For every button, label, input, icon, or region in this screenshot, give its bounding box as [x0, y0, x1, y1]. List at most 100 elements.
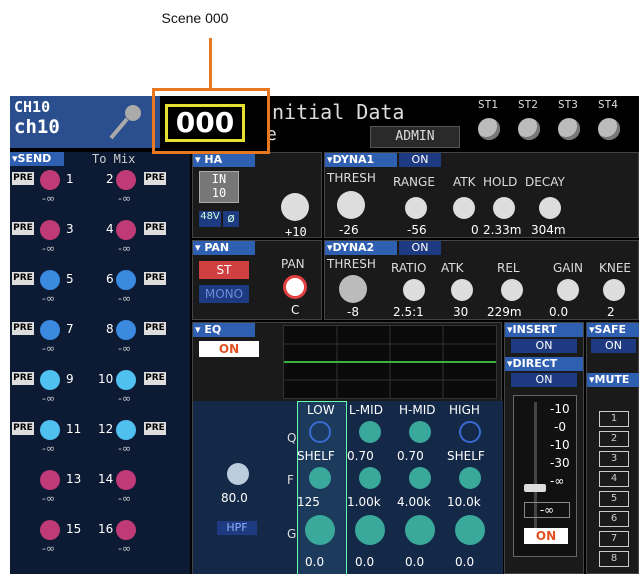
mute-group-button[interactable]: 8	[599, 551, 629, 567]
send-pre-right-button[interactable]: PRE	[144, 172, 166, 185]
send-pre-left-button[interactable]: PRE	[12, 372, 34, 385]
fader-knob-icon[interactable]	[524, 484, 546, 492]
send-pre-left-button[interactable]: PRE	[12, 222, 34, 235]
dyna1-range-knob-icon[interactable]	[405, 197, 427, 219]
insert-on-button[interactable]: ON	[511, 339, 577, 353]
send-pre-left-button[interactable]: PRE	[12, 172, 34, 185]
st3-knob-icon[interactable]	[558, 118, 580, 140]
send-knob-left-icon[interactable]	[40, 420, 60, 440]
stereo-button[interactable]: ST	[199, 261, 249, 279]
eq-band-label[interactable]: H-MID	[399, 403, 436, 417]
eq-g-knob-icon[interactable]	[355, 515, 385, 545]
eq-g-knob-icon[interactable]	[405, 515, 435, 545]
dyna2-knee-value: 2	[607, 305, 615, 319]
eq-on-button[interactable]: ON	[199, 341, 259, 357]
send-title: ▾SEND	[10, 152, 64, 166]
send-pre-right-button[interactable]: PRE	[144, 322, 166, 335]
mute-group-button[interactable]: 3	[599, 451, 629, 467]
pan-knob-icon[interactable]	[283, 275, 307, 299]
send-knob-left-icon[interactable]	[40, 370, 60, 390]
send-knob-left-icon[interactable]	[40, 320, 60, 340]
send-knob-left-icon[interactable]	[40, 520, 60, 540]
send-knob-left-icon[interactable]	[40, 170, 60, 190]
eq-q-value: SHELF	[297, 449, 335, 463]
mute-group-button[interactable]: 6	[599, 511, 629, 527]
console-screen: CH10 ch10 000 nitial Data e ADMIN ST1 ST…	[10, 96, 639, 574]
send-pre-left-button[interactable]: PRE	[12, 272, 34, 285]
send-pre-right-button[interactable]: PRE	[144, 372, 166, 385]
safe-mute-panel: ▾SAFE ON ▾MUTE 1 2 3 4 5 6 7 8	[586, 322, 639, 574]
dyna2-thresh-knob-icon[interactable]	[339, 275, 367, 303]
dyna2-atk-label: ATK	[441, 261, 464, 275]
eq-f-knob-icon[interactable]	[459, 467, 481, 489]
eq-f-value: 10.0k	[447, 495, 481, 509]
channel-header[interactable]: CH10 ch10	[10, 96, 160, 148]
phantom-button[interactable]: 48V	[199, 211, 221, 227]
mute-group-button[interactable]: 1	[599, 411, 629, 427]
send-pre-right-button[interactable]: PRE	[144, 222, 166, 235]
eq-f-value: 1.00k	[347, 495, 381, 509]
send-knob-right-icon[interactable]	[116, 420, 136, 440]
send-pre-left-button[interactable]: PRE	[12, 422, 34, 435]
send-knob-right-icon[interactable]	[116, 170, 136, 190]
gain-knob-icon[interactable]	[281, 193, 309, 221]
safe-on-button[interactable]: ON	[591, 339, 636, 353]
eq-g-knob-icon[interactable]	[305, 515, 335, 545]
eq-f-knob-icon[interactable]	[309, 467, 331, 489]
eq-q-knob-icon[interactable]	[409, 421, 431, 443]
dyna1-on-button[interactable]: ON	[399, 153, 441, 167]
eq-f-knob-icon[interactable]	[359, 467, 381, 489]
dyna1-atk-knob-icon[interactable]	[453, 197, 475, 219]
send-pre-right-button[interactable]: PRE	[144, 422, 166, 435]
eq-q-knob-icon[interactable]	[359, 421, 381, 443]
eq-band-label[interactable]: LOW	[307, 403, 335, 417]
send-knob-right-icon[interactable]	[116, 370, 136, 390]
eq-q-value: SHELF	[447, 449, 485, 463]
send-knob-right-icon[interactable]	[116, 220, 136, 240]
send-knob-right-icon[interactable]	[116, 270, 136, 290]
send-knob-left-icon[interactable]	[40, 220, 60, 240]
send-knob-left-icon[interactable]	[40, 470, 60, 490]
dyna1-decay-knob-icon[interactable]	[539, 197, 561, 219]
direct-on-button[interactable]: ON	[511, 373, 577, 387]
dyna2-title: ▾DYNA2	[325, 241, 397, 255]
dyna2-gain-knob-icon[interactable]	[557, 279, 579, 301]
eq-band-label[interactable]: L-MID	[349, 403, 383, 417]
send-knob-left-icon[interactable]	[40, 270, 60, 290]
hpf-knob-icon[interactable]	[227, 463, 249, 485]
eq-q-knob-icon[interactable]	[459, 421, 481, 443]
mute-group-button[interactable]: 5	[599, 491, 629, 507]
st3-label: ST3	[558, 98, 578, 111]
dyna2-on-button[interactable]: ON	[399, 241, 441, 255]
input-patch-button[interactable]: IN 10	[199, 171, 239, 203]
mute-group-button[interactable]: 2	[599, 431, 629, 447]
mute-group-button[interactable]: 7	[599, 531, 629, 547]
dyna1-hold-knob-icon[interactable]	[493, 197, 515, 219]
send-pre-left-button[interactable]: PRE	[12, 322, 34, 335]
send-pre-right-button[interactable]: PRE	[144, 272, 166, 285]
dyna1-thresh-knob-icon[interactable]	[337, 191, 365, 219]
eq-g-knob-icon[interactable]	[455, 515, 485, 545]
send-knob-right-icon[interactable]	[116, 470, 136, 490]
st4-knob-icon[interactable]	[598, 118, 620, 140]
send-number-right: 4	[106, 222, 114, 236]
send-knob-right-icon[interactable]	[116, 520, 136, 540]
hpf-button[interactable]: HPF	[217, 521, 257, 535]
phase-button[interactable]: ø	[223, 211, 239, 227]
st1-knob-icon[interactable]	[478, 118, 500, 140]
mono-button[interactable]: MONO	[199, 285, 249, 303]
send-knob-right-icon[interactable]	[116, 320, 136, 340]
st2-knob-icon[interactable]	[518, 118, 540, 140]
eq-band-label[interactable]: HIGH	[449, 403, 480, 417]
dyna2-ratio-knob-icon[interactable]	[403, 279, 425, 301]
dyna2-knee-knob-icon[interactable]	[603, 279, 625, 301]
eq-q-knob-icon[interactable]	[309, 421, 331, 443]
channel-on-button[interactable]: ON	[524, 528, 568, 544]
user-badge[interactable]: ADMIN	[370, 126, 460, 148]
mute-group-button[interactable]: 4	[599, 471, 629, 487]
send-level-right: -∞	[118, 342, 132, 355]
dyna2-rel-knob-icon[interactable]	[501, 279, 523, 301]
dyna2-atk-knob-icon[interactable]	[451, 279, 473, 301]
eq-f-knob-icon[interactable]	[409, 467, 431, 489]
scene-title: nitial Data	[272, 100, 405, 124]
